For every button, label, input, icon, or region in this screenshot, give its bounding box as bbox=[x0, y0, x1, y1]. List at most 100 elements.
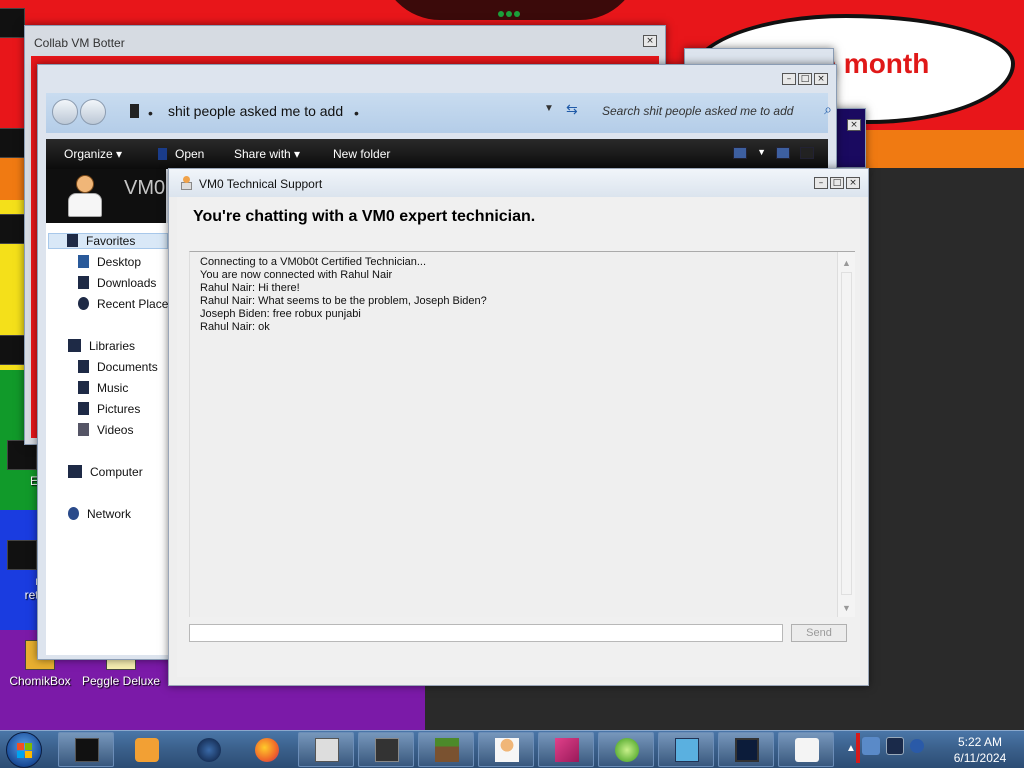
tray-volume-icon[interactable] bbox=[910, 739, 924, 753]
open-button[interactable]: Open bbox=[158, 147, 204, 161]
scroll-track[interactable] bbox=[841, 272, 852, 595]
close-button[interactable]: × bbox=[643, 35, 657, 47]
firefox-icon bbox=[255, 738, 279, 762]
view-options-icon[interactable] bbox=[733, 147, 748, 159]
green-circle-icon bbox=[615, 738, 639, 762]
chat-line: You are now connected with Rahul Nair bbox=[200, 269, 393, 281]
clock-date: 6/11/2024 bbox=[953, 751, 1007, 765]
taskbar-app-9[interactable] bbox=[538, 732, 594, 767]
chat-log[interactable]: Connecting to a VM0b0t Certified Technic… bbox=[189, 251, 855, 617]
nav-network[interactable]: Network bbox=[68, 507, 131, 521]
tray-app-icon[interactable] bbox=[862, 737, 880, 755]
file-icon bbox=[0, 128, 25, 158]
taskbar-app-12[interactable] bbox=[718, 732, 774, 767]
title-bar[interactable]: VM0 Technical Support – □ × bbox=[169, 169, 868, 197]
globe-icon bbox=[197, 738, 221, 762]
message-input[interactable] bbox=[189, 624, 783, 642]
new-folder-button[interactable]: New folder bbox=[333, 147, 390, 161]
nav-pictures[interactable]: Pictures bbox=[78, 402, 140, 416]
network-icon bbox=[68, 507, 79, 520]
search-icon[interactable]: ⌕ bbox=[824, 101, 832, 118]
windows-stack-icon bbox=[375, 738, 399, 762]
chevron-down-icon: ▾ bbox=[116, 147, 123, 161]
tray-divider bbox=[856, 733, 860, 763]
pink-app-icon bbox=[555, 738, 579, 762]
chat-line: Rahul Nair: What seems to be the problem… bbox=[200, 295, 487, 307]
nav-videos[interactable]: Videos bbox=[78, 423, 133, 437]
taskbar-globe[interactable] bbox=[180, 732, 236, 767]
chat-line: Connecting to a VM0b0t Certified Technic… bbox=[200, 256, 427, 268]
minimize-button[interactable]: – bbox=[814, 177, 828, 189]
search-box[interactable]: Search shit people asked me to add ⌕ bbox=[596, 99, 836, 123]
technical-support-window[interactable]: VM0 Technical Support – □ × You're chatt… bbox=[168, 168, 869, 686]
banner-text: VM0 bbox=[124, 177, 166, 199]
refresh-icon[interactable]: ⇆ bbox=[566, 101, 578, 118]
show-hidden-icons-icon[interactable]: ▲ bbox=[846, 743, 856, 754]
scroll-down-icon[interactable]: ▼ bbox=[842, 603, 851, 613]
network-transfer-icon bbox=[675, 738, 699, 762]
navigation-pane: Favorites Desktop Downloads Recent Place… bbox=[46, 223, 174, 655]
taskbar-media-player[interactable] bbox=[118, 732, 174, 767]
downloads-icon bbox=[78, 276, 89, 289]
top-dots-decoration bbox=[498, 6, 528, 17]
chevron-down-icon[interactable]: ▼ bbox=[757, 147, 766, 159]
taskbar-app-10[interactable] bbox=[598, 732, 654, 767]
preview-pane-icon[interactable] bbox=[776, 147, 790, 159]
share-with-button[interactable]: Share with ▾ bbox=[234, 147, 300, 161]
taskbar-movie-maker[interactable] bbox=[298, 732, 354, 767]
address-dropdown-icon[interactable]: ▼ bbox=[544, 103, 554, 114]
close-button[interactable]: × bbox=[846, 177, 860, 189]
taskbar-app-11[interactable] bbox=[658, 732, 714, 767]
command-bar: Organize ▾ Open Share with ▾ New folder … bbox=[46, 139, 828, 169]
address-breadcrumb[interactable]: shit people asked me to add bbox=[168, 103, 343, 119]
libraries-icon bbox=[68, 339, 81, 352]
chat-line: Rahul Nair: Hi there! bbox=[200, 282, 300, 294]
nav-music[interactable]: Music bbox=[78, 381, 128, 395]
file-icon bbox=[0, 335, 27, 365]
maximize-button[interactable]: □ bbox=[830, 177, 844, 189]
taskbar-java[interactable] bbox=[778, 732, 834, 767]
open-icon bbox=[158, 148, 167, 160]
nav-downloads[interactable]: Downloads bbox=[78, 276, 156, 290]
documents-icon bbox=[78, 360, 89, 373]
chat-scrollbar[interactable]: ▲ ▼ bbox=[837, 252, 855, 617]
share-with-label: Share with bbox=[234, 147, 291, 161]
close-button[interactable]: × bbox=[847, 119, 861, 131]
nav-recent-places[interactable]: Recent Places bbox=[78, 297, 174, 311]
taskbar-explorer[interactable] bbox=[358, 732, 414, 767]
send-button[interactable]: Send bbox=[791, 624, 847, 642]
recycle-icon bbox=[0, 8, 25, 38]
chat-lines: Connecting to a VM0b0t Certified Technic… bbox=[200, 256, 487, 334]
address-bar-area: • shit people asked me to add • ▼ ⇆ Sear… bbox=[46, 93, 832, 133]
nav-computer[interactable]: Computer bbox=[68, 465, 143, 479]
taskbar-clock[interactable]: 5:22 AM 6/11/2024 bbox=[942, 734, 1018, 766]
nav-libraries[interactable]: Libraries bbox=[68, 339, 135, 353]
recent-places-icon bbox=[78, 297, 89, 310]
breadcrumb-separator-icon: • bbox=[148, 105, 153, 121]
nav-desktop[interactable]: Desktop bbox=[78, 255, 141, 269]
window-title: VM0 Technical Support bbox=[199, 177, 323, 191]
open-label: Open bbox=[175, 147, 205, 161]
close-button[interactable]: × bbox=[814, 73, 828, 85]
help-icon[interactable] bbox=[800, 147, 814, 159]
chat-line: Rahul Nair: ok bbox=[200, 321, 270, 333]
nav-documents[interactable]: Documents bbox=[78, 360, 158, 374]
pictures-icon bbox=[78, 402, 89, 415]
maximize-button[interactable]: □ bbox=[798, 73, 812, 85]
taskbar-app-1[interactable] bbox=[58, 732, 114, 767]
nav-favorites[interactable]: Favorites bbox=[48, 233, 168, 249]
search-placeholder: Search shit people asked me to add bbox=[602, 104, 794, 118]
windows-logo-icon bbox=[17, 743, 33, 759]
taskbar-technical-support[interactable] bbox=[478, 732, 534, 767]
taskbar-minecraft[interactable] bbox=[418, 732, 474, 767]
taskbar-firefox[interactable] bbox=[238, 732, 294, 767]
technician-icon bbox=[495, 738, 519, 762]
back-button[interactable] bbox=[52, 99, 78, 125]
scroll-up-icon[interactable]: ▲ bbox=[842, 258, 851, 268]
organize-button[interactable]: Organize ▾ bbox=[64, 147, 122, 161]
music-icon bbox=[78, 381, 89, 394]
start-button[interactable] bbox=[6, 732, 42, 768]
forward-button[interactable] bbox=[80, 99, 106, 125]
tray-network-icon[interactable] bbox=[886, 737, 904, 755]
minimize-button[interactable]: – bbox=[782, 73, 796, 85]
